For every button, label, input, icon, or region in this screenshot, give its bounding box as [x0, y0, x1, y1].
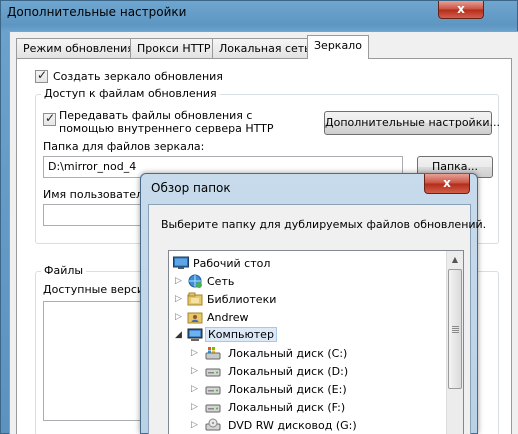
tree-label: Компьютер [205, 327, 277, 342]
drive-icon [205, 368, 221, 377]
tab-label: Режим обновления [23, 42, 134, 55]
tab-label: Локальная сеть [219, 42, 311, 55]
tree-label: Библиотеки [207, 293, 277, 306]
libraries-icon [187, 292, 203, 306]
tab-label: Прокси HTTP [137, 42, 211, 55]
user-folder-icon [187, 312, 203, 324]
username-label: Имя пользователя: [43, 188, 154, 201]
scroll-up-arrow-icon[interactable]: ▲ [447, 251, 463, 268]
tree-label: Локальный диск (E:) [228, 383, 347, 396]
browse-folder-dialog: Обзор папок x Выберите папку для дублиру… [140, 173, 486, 434]
system-drive-icon [205, 347, 221, 360]
expand-arrow-icon[interactable]: ▷ [175, 276, 182, 286]
access-group-title: Доступ к файлам обновления [41, 87, 220, 100]
mirror-folder-label: Папка для файлов зеркала: [43, 140, 205, 153]
tree-label: Локальный диск (D:) [228, 365, 349, 378]
close-button[interactable]: x [438, 1, 484, 19]
dialog-description: Выберите папку для дублируемых файлов об… [161, 218, 487, 231]
tree-label: DVD RW дисковод (G:) [228, 419, 357, 432]
tree-scrollbar[interactable]: ▲ [446, 251, 463, 434]
create-mirror-label[interactable]: Создать зеркало обновления [53, 70, 223, 83]
scrollbar-thumb[interactable] [448, 269, 462, 389]
tab-update-mode[interactable]: Режим обновления [16, 38, 141, 58]
expand-arrow-icon[interactable]: ▷ [175, 294, 182, 304]
drive-icon [205, 404, 221, 413]
grip-icon [452, 326, 459, 333]
dvd-drive-icon [205, 418, 221, 431]
desktop-icon [173, 256, 189, 269]
close-icon: x [457, 2, 465, 16]
expand-arrow-icon[interactable]: ▷ [191, 348, 198, 358]
dialog-title: Обзор папок [151, 181, 231, 195]
tab-mirror[interactable]: Зеркало [307, 35, 369, 59]
network-icon [188, 274, 202, 288]
expand-arrow-icon[interactable]: ▷ [175, 312, 182, 322]
dialog-body: Выберите папку для дублируемых файлов об… [148, 204, 486, 434]
folder-tree[interactable]: Рабочий стол ▷ Сеть ▷ Библиотеки ▷ Andre… [168, 250, 464, 434]
expand-arrow-icon[interactable]: ▷ [191, 420, 198, 430]
tab-http-proxy[interactable]: Прокси HTTP [130, 38, 218, 58]
advanced-settings-button[interactable]: Дополнительные настройки... [324, 111, 500, 135]
tree-label: Локальный диск (F:) [228, 401, 346, 414]
tab-label: Зеркало [314, 39, 362, 52]
create-mirror-checkbox[interactable] [35, 68, 48, 83]
tab-local-network[interactable]: Локальная сеть [212, 38, 318, 58]
collapse-arrow-icon[interactable]: ◢ [175, 330, 182, 340]
tree-label: Сеть [207, 275, 235, 288]
drive-icon [205, 386, 221, 395]
close-icon: x [443, 176, 451, 190]
available-versions-label: Доступные версии: [43, 283, 155, 296]
tree-label: Andrew [207, 311, 249, 324]
tree-label: Рабочий стол [193, 257, 271, 270]
expand-arrow-icon[interactable]: ▷ [191, 366, 198, 376]
expand-arrow-icon[interactable]: ▷ [191, 384, 198, 394]
http-server-label[interactable]: Передавать файлы обновления с помощью вн… [59, 109, 299, 135]
expand-arrow-icon[interactable]: ▷ [191, 402, 198, 412]
tree-label: Локальный диск (C:) [228, 347, 348, 360]
window-title: Дополнительные настройки [7, 5, 187, 19]
http-server-checkbox[interactable] [43, 111, 56, 126]
dialog-close-button[interactable]: x [424, 174, 470, 194]
computer-icon [187, 328, 203, 341]
files-group-title: Файлы [41, 264, 87, 277]
